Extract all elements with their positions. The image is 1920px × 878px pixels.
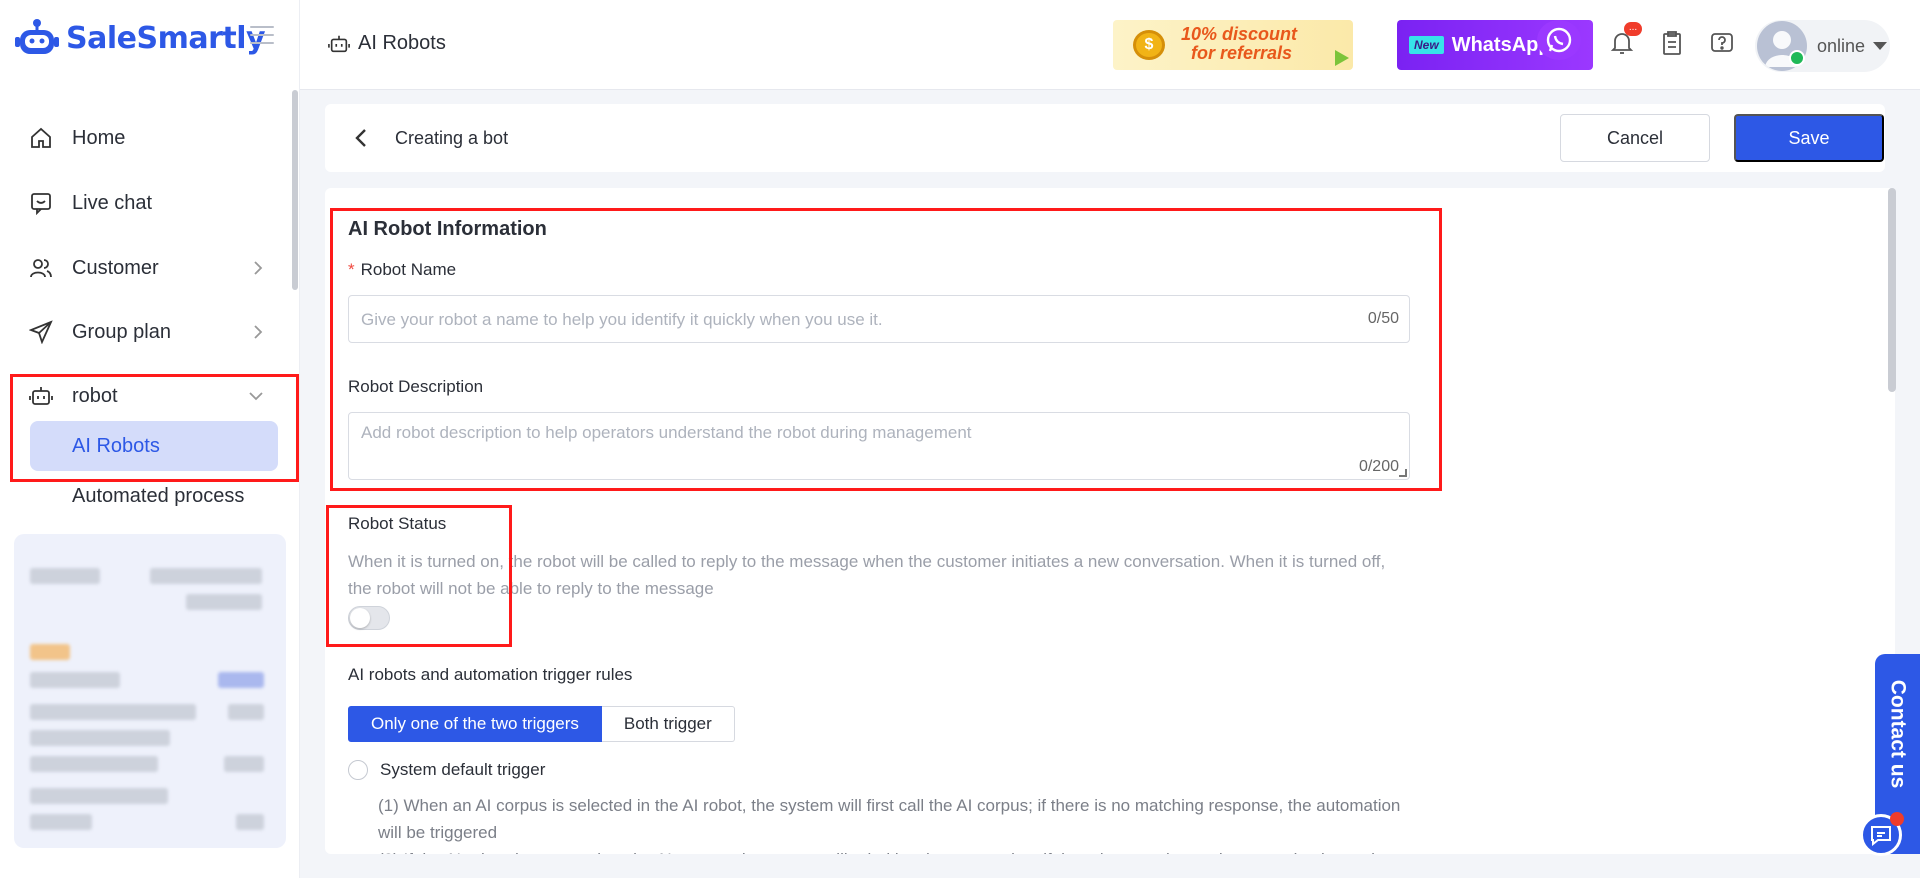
save-button[interactable]: Save [1734,114,1884,162]
back-arrow-icon[interactable] [347,124,375,152]
promo-line-1: 10% discount [1181,24,1298,44]
radio-button[interactable] [348,760,368,780]
chat-unread-dot [1890,812,1904,826]
default-trigger-radio[interactable]: System default trigger [348,760,545,780]
users-icon [28,255,54,281]
trigger-rule-1: (1) When an AI corpus is selected in the… [378,796,1401,842]
chevron-right-icon [250,322,266,348]
trigger-mode-segmented: Only one of the two triggers Both trigge… [348,706,735,742]
trigger-rules-label: AI robots and automation trigger rules [348,665,633,684]
clipboard-icon[interactable] [1658,28,1686,58]
home-icon [28,125,54,151]
send-icon [28,319,54,345]
sidebar-item-live-chat[interactable]: Live chat [28,181,278,225]
referral-discount-banner[interactable]: $ 10% discount for referrals [1113,20,1353,70]
sidebar-item-label: Home [72,126,126,149]
robot-form: AI Robot Information * Robot Name Give yo… [325,188,1895,854]
sidebar-item-label: Group plan [72,320,171,343]
caret-down-icon [1873,42,1888,50]
help-icon[interactable] [1708,28,1736,58]
trigger-rule-2: (2) If the AI robot does not select the … [378,846,1418,854]
chevron-right-icon [250,258,266,284]
robot-logo-icon [14,18,60,58]
sidebar-item-customer[interactable]: Customer [28,246,278,290]
user-status-text: online [1817,35,1866,56]
sidebar-item-home[interactable]: Home [28,116,278,160]
sidebar-item-label: Customer [72,256,159,279]
sidebar: SaleSmartly Home Live chat Customer Grou… [0,0,300,878]
page-title-text: AI Robots [358,32,446,54]
chat-icon [28,190,54,216]
promo-line-2: for referrals [1191,43,1293,63]
blurred-plan-card [14,534,286,848]
whatsapp-banner[interactable]: New WhatsApp [1397,20,1593,70]
new-badge: New [1409,36,1444,54]
editor-topbar: Creating a bot Cancel Save [325,104,1885,172]
decorative-triangle [1335,50,1349,66]
ai-robot-info-highlight-box [330,208,1442,491]
logo[interactable]: SaleSmartly [14,16,266,60]
page-title: AI Robots [328,32,446,55]
promo-text: 10% discount for referrals [1181,25,1297,63]
logo-text: SaleSmartly [66,20,266,56]
robot-icon [328,33,350,55]
cancel-button[interactable]: Cancel [1560,114,1710,162]
contact-us-text-wrap: Contact us [1875,654,1920,814]
robot-menu-highlight-box [10,374,299,482]
main-scrollbar[interactable] [1888,188,1896,392]
sidebar-item-group-plan[interactable]: Group plan [28,310,278,354]
online-status-dot [1789,50,1805,66]
notification-badge: ... [1624,22,1642,36]
sidebar-subitem-label: Automated process [72,484,245,507]
whatsapp-icon [1537,20,1581,60]
whatsapp-label: WhatsApp [1451,33,1551,56]
default-trigger-label: System default trigger [380,760,546,779]
user-status-menu[interactable]: online [1755,20,1890,72]
menu-toggle-icon[interactable] [250,26,274,46]
trigger-option-one-of-two[interactable]: Only one of the two triggers [348,706,602,742]
sidebar-item-label: Live chat [72,191,153,214]
top-header: AI Robots $ 10% discount for referrals N… [300,0,1920,90]
trigger-option-both[interactable]: Both trigger [601,706,735,742]
coin-icon: $ [1133,30,1165,60]
contact-us-label: Contact us [1886,679,1910,789]
robot-status-highlight-box [326,505,512,647]
notification-bell-icon[interactable]: ... [1608,22,1642,58]
sidebar-scrollbar[interactable] [292,90,298,290]
breadcrumb: Creating a bot [395,128,509,148]
